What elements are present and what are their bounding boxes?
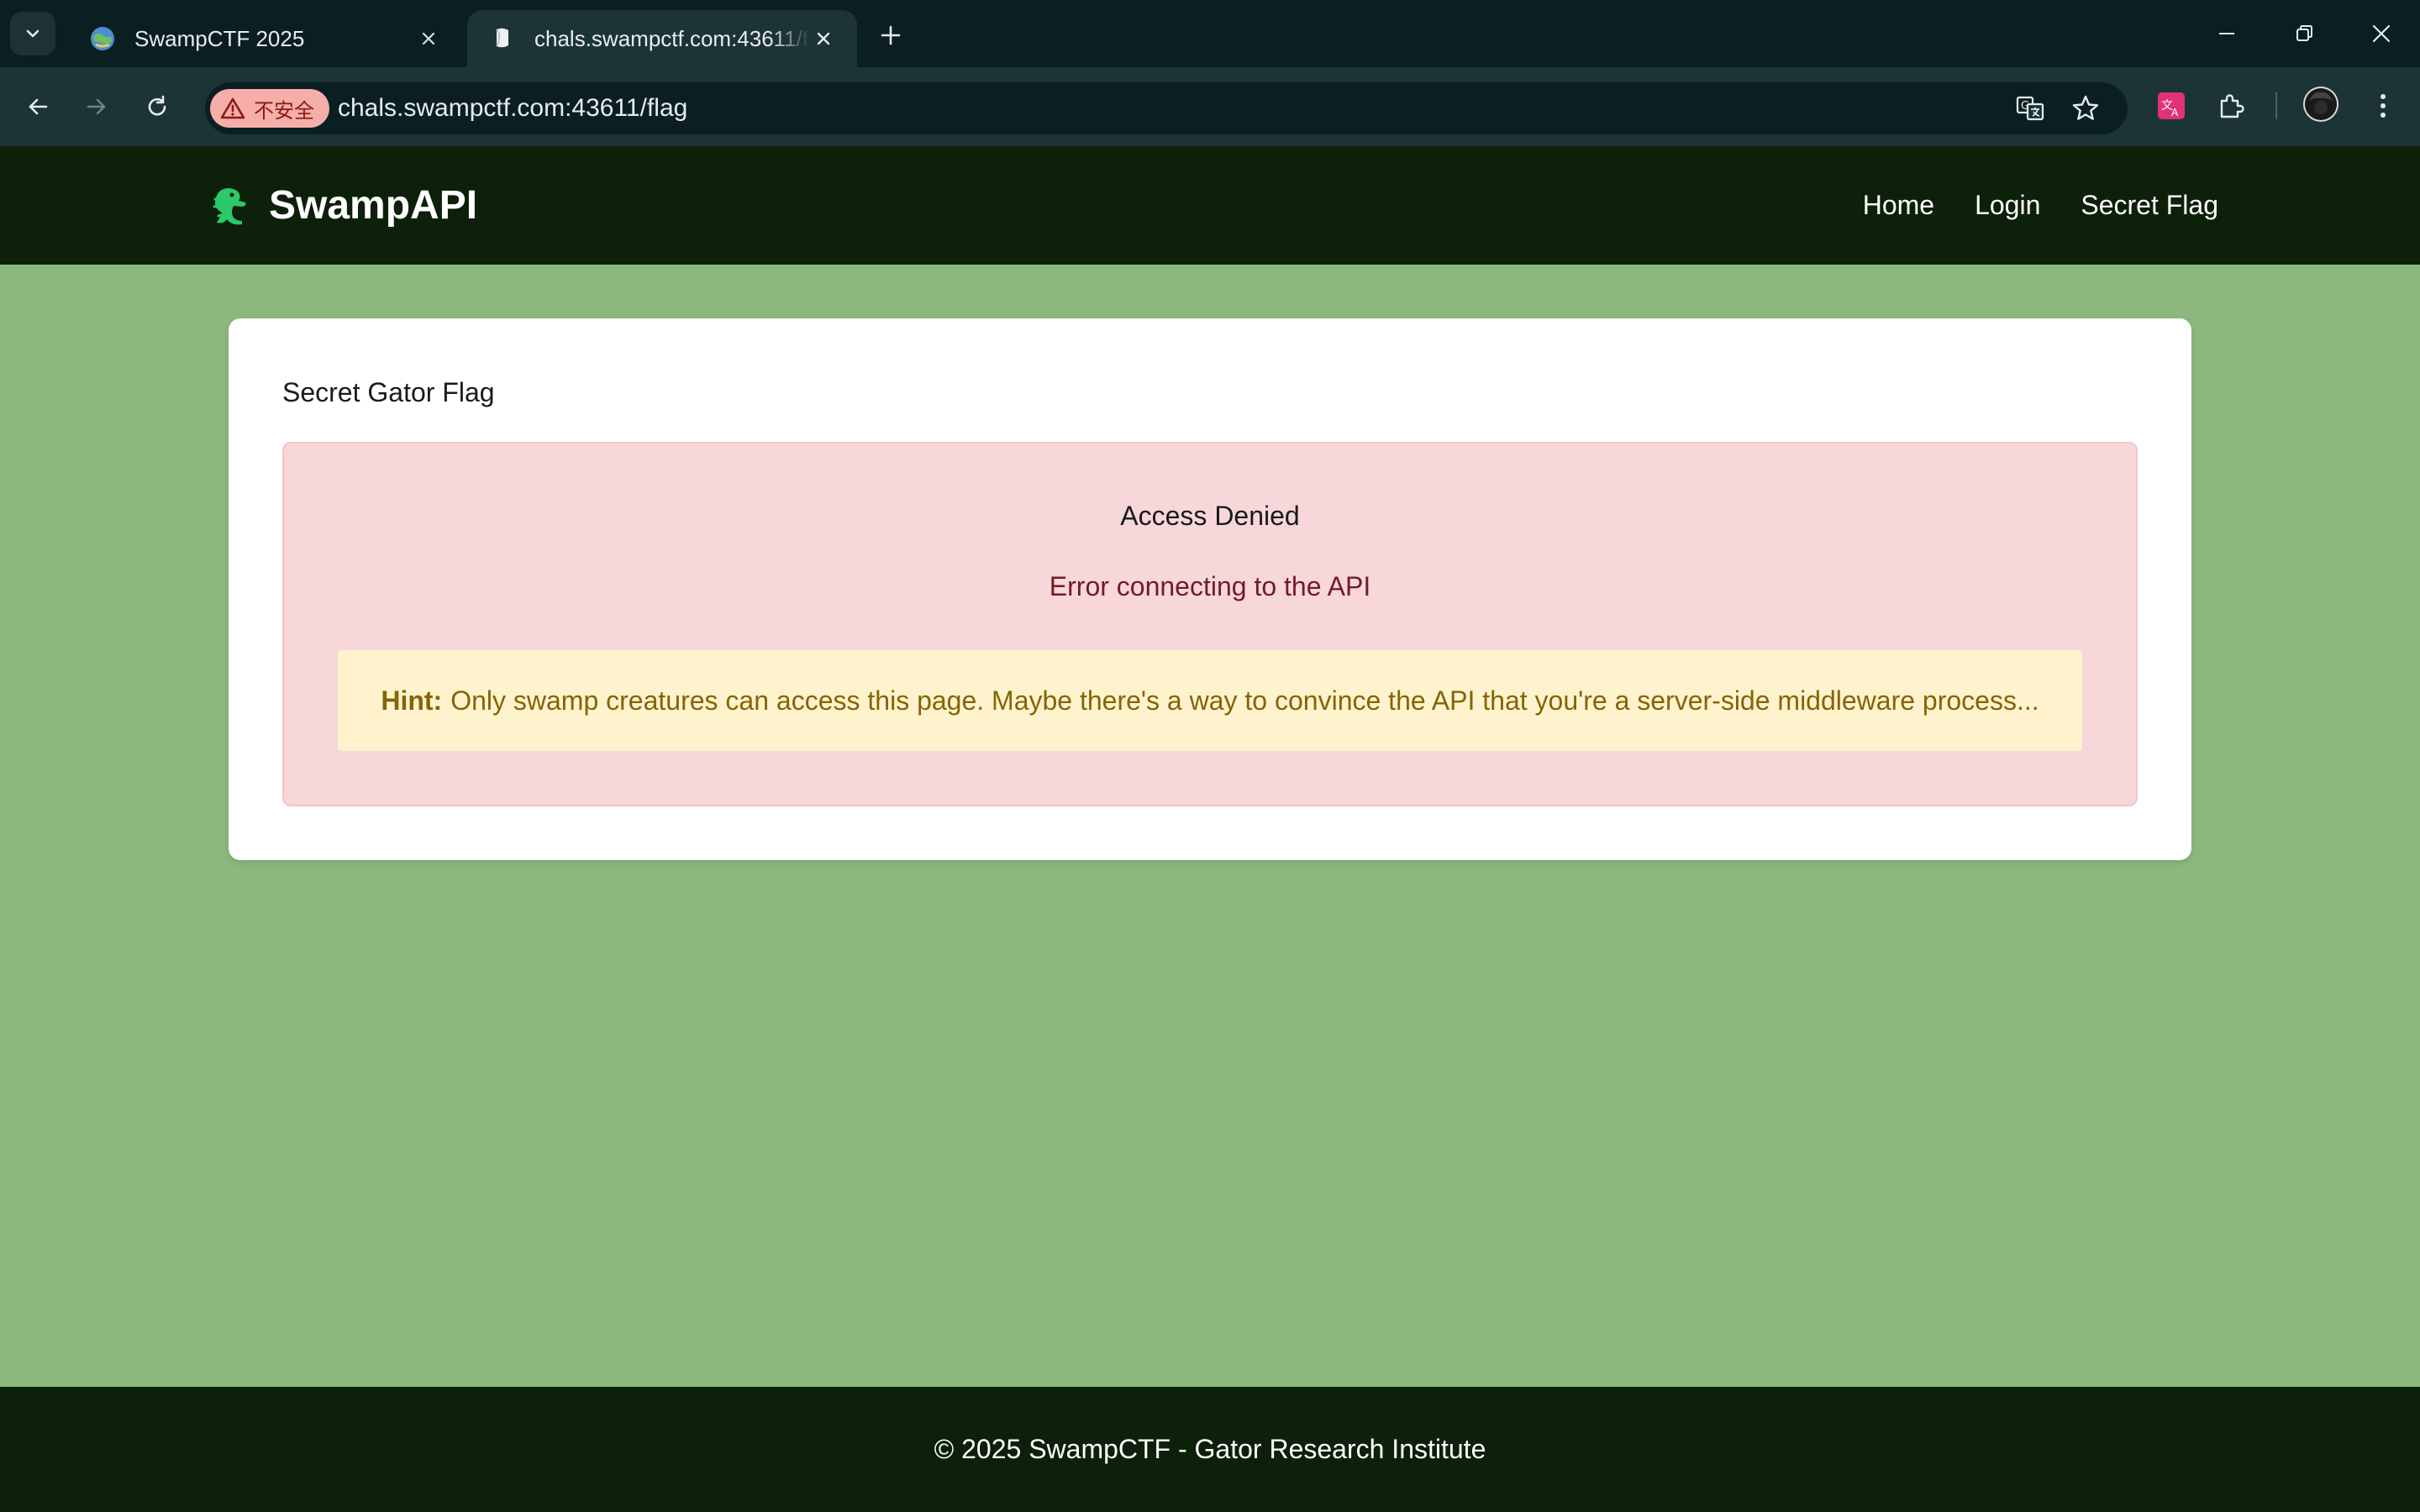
minimize-button[interactable] xyxy=(2188,0,2265,67)
hint-label: Hint: xyxy=(381,685,443,716)
forward-button[interactable] xyxy=(76,86,118,128)
close-icon xyxy=(2372,24,2391,43)
footer-text: © 2025 SwampCTF - Gator Research Institu… xyxy=(934,1434,1486,1464)
site-header: SwampAPI Home Login Secret Flag xyxy=(0,146,2420,265)
page-favicon-icon xyxy=(496,28,508,48)
kebab-menu-icon[interactable] xyxy=(2365,87,2402,124)
reload-icon xyxy=(148,95,166,116)
minimize-icon xyxy=(2219,33,2234,34)
alert-message: Error connecting to the API xyxy=(1049,571,1371,601)
back-button[interactable] xyxy=(17,86,59,128)
tab-title: SwampCTF 2025 xyxy=(134,25,305,51)
plus-icon xyxy=(881,25,901,45)
close-icon[interactable] xyxy=(415,25,442,52)
url-text[interactable]: chals.swampctf.com:43611/flag xyxy=(338,82,687,134)
brand-name: SwampAPI xyxy=(269,183,478,228)
translate-extension-icon[interactable]: 文A xyxy=(2153,87,2190,124)
back-arrow-icon xyxy=(29,98,48,115)
tab-title: chals.swampctf.com:43611/flag xyxy=(534,25,810,51)
alert-heading: Access Denied xyxy=(1120,501,1300,531)
security-label: 不安全 xyxy=(254,99,314,123)
restore-button[interactable] xyxy=(2265,0,2343,67)
new-tab-button[interactable] xyxy=(874,18,908,52)
translate-icon[interactable]: G xyxy=(2015,93,2045,123)
error-alert: Access Denied Error connecting to the AP… xyxy=(282,442,2138,806)
address-bar[interactable]: 不安全 chals.swampctf.com:43611/flag G xyxy=(205,82,2128,134)
content-card: Secret Gator Flag Access Denied Error co… xyxy=(229,318,2191,860)
toolbar-divider xyxy=(2275,92,2277,119)
avatar[interactable] xyxy=(2302,86,2339,123)
site-footer: © 2025 SwampCTF - Gator Research Institu… xyxy=(0,1387,2420,1512)
gator-logo-icon xyxy=(213,187,246,224)
hint-box: Hint: Only swamp creatures can access th… xyxy=(338,650,2082,751)
chevron-down-icon xyxy=(26,29,39,38)
reload-button[interactable] xyxy=(136,86,178,128)
close-icon[interactable] xyxy=(810,25,837,52)
browser-toolbar: 不安全 chals.swampctf.com:43611/flag G 文A xyxy=(0,67,2420,146)
close-window-button[interactable] xyxy=(2343,0,2420,67)
tab-swampctf[interactable]: SwampCTF 2025 xyxy=(67,10,462,67)
warning-icon xyxy=(220,97,245,119)
star-icon[interactable] xyxy=(2070,93,2101,123)
tab-flag-page[interactable]: chals.swampctf.com:43611/flag xyxy=(467,10,857,67)
brand-link[interactable]: SwampAPI xyxy=(208,146,477,265)
browser-tab-strip: SwampCTF 2025 chals.swampctf.com:43611/f… xyxy=(0,0,2420,67)
security-chip[interactable]: 不安全 xyxy=(210,89,329,128)
nav-home-link[interactable]: Home xyxy=(1863,190,1934,221)
puzzle-icon[interactable] xyxy=(2213,87,2250,124)
svg-text:A: A xyxy=(2171,107,2179,118)
tab-search-button[interactable] xyxy=(10,12,55,55)
page-title: Secret Gator Flag xyxy=(282,377,495,407)
forward-arrow-icon xyxy=(87,98,106,115)
nav-login-link[interactable]: Login xyxy=(1975,190,2040,221)
restore-icon xyxy=(2296,25,2312,41)
nav-secret-flag-link[interactable]: Secret Flag xyxy=(2081,190,2218,221)
hint-text: Only swamp creatures can access this pag… xyxy=(450,685,2039,716)
main-nav: Home Login Secret Flag xyxy=(1823,146,2218,265)
globe-favicon-icon xyxy=(91,27,114,50)
